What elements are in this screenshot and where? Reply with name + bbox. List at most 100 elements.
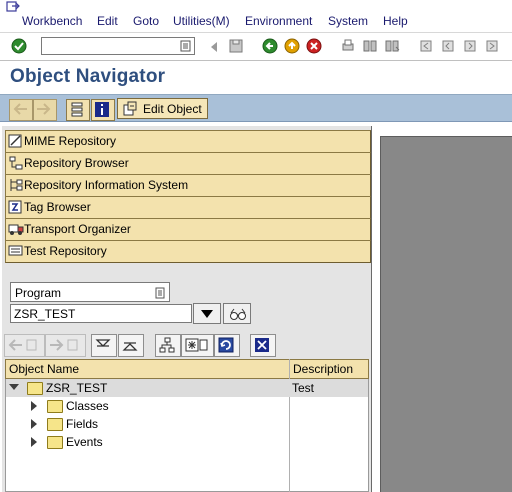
tree-back-button[interactable] <box>4 334 45 357</box>
save-icon[interactable] <box>228 38 244 54</box>
next-object-button[interactable] <box>33 99 57 121</box>
new-object-button[interactable] <box>181 334 214 357</box>
exit-icon[interactable] <box>284 38 300 54</box>
print-icon[interactable] <box>340 38 356 54</box>
info-icon <box>95 102 109 117</box>
edit-object-button[interactable]: Edit Object <box>117 98 208 119</box>
tree-forward-button[interactable] <box>45 334 86 357</box>
object-type-select[interactable]: Program <box>10 282 170 302</box>
system-menu-icon[interactable] <box>6 1 20 14</box>
test-repository-icon <box>8 245 23 256</box>
tree-row-events[interactable]: Events <box>6 433 368 451</box>
transport-organizer-label: Transport Organizer <box>24 222 131 236</box>
editor-pane <box>380 136 512 492</box>
tree-node-label: Classes <box>66 399 109 413</box>
menu-goto[interactable]: Goto <box>133 14 159 28</box>
info-button[interactable] <box>91 99 115 121</box>
find-next-icon[interactable] <box>384 38 400 54</box>
menu-environment[interactable]: Environment <box>245 14 312 28</box>
next-page-icon[interactable] <box>462 38 478 54</box>
folder-icon <box>47 400 63 413</box>
open-folder-icon <box>27 382 43 395</box>
mime-repository-icon <box>8 134 22 148</box>
menu-edit[interactable]: Edit <box>97 14 118 28</box>
tree-node-label: Events <box>66 435 103 449</box>
arrow-left-icon <box>13 103 27 115</box>
close-tree-button[interactable] <box>250 334 276 357</box>
edit-object-icon <box>123 101 137 116</box>
object-name-dropdown-button[interactable] <box>193 303 221 324</box>
edit-object-label: Edit Object <box>143 102 202 116</box>
stack-icon <box>71 102 83 117</box>
repository-browser-label: Repository Browser <box>24 156 129 170</box>
enter-check-icon[interactable] <box>11 38 27 54</box>
expand-all-icon <box>95 339 111 347</box>
mime-repository-label: MIME Repository <box>24 134 117 148</box>
object-name-value: ZSR_TEST <box>14 307 76 321</box>
column-header-object-name[interactable]: Object Name <box>9 362 79 376</box>
previous-object-button[interactable] <box>9 99 33 121</box>
repository-info-system-button[interactable]: Repository Information System <box>5 174 371 197</box>
new-object-icon <box>185 338 208 352</box>
expanded-triangle-icon[interactable] <box>9 384 19 390</box>
display-object-button[interactable] <box>223 303 251 324</box>
triangle-down-icon <box>201 310 213 318</box>
hierarchy-button[interactable] <box>66 99 90 121</box>
find-icon[interactable] <box>362 38 378 54</box>
select-list-icon[interactable] <box>155 287 166 299</box>
test-repository-label: Test Repository <box>24 244 107 258</box>
menu-utilities[interactable]: Utilities(M) <box>173 14 230 28</box>
tag-browser-icon <box>8 200 22 214</box>
folder-icon <box>47 436 63 449</box>
tag-browser-label: Tag Browser <box>24 200 91 214</box>
page-title: Object Navigator <box>10 66 166 87</box>
menu-workbench[interactable]: Workbench <box>22 14 82 28</box>
tree-row-classes[interactable]: Classes <box>6 397 368 415</box>
tree-node-label: Fields <box>66 417 99 431</box>
collapsed-triangle-icon[interactable] <box>31 437 37 447</box>
history-dropdown-icon[interactable] <box>180 40 192 52</box>
menu-help[interactable]: Help <box>383 14 408 28</box>
last-page-icon[interactable] <box>484 38 500 54</box>
tree-header: Object Name Description <box>5 359 369 379</box>
transport-organizer-button[interactable]: Transport Organizer <box>5 218 371 241</box>
collapse-all-button[interactable] <box>118 334 144 357</box>
tree-node-description: Test <box>292 381 315 395</box>
repository-info-icon <box>10 179 23 191</box>
column-header-description[interactable]: Description <box>293 362 353 376</box>
tree-forward-icon <box>50 339 78 351</box>
back-icon[interactable] <box>262 38 278 54</box>
folder-icon <box>47 418 63 431</box>
menu-system[interactable]: System <box>328 14 368 28</box>
collapsed-triangle-icon[interactable] <box>31 419 37 429</box>
hierarchy-icon <box>159 337 175 353</box>
tree-row-root[interactable]: ZSR_TEST Test <box>6 379 368 397</box>
expand-all-button[interactable] <box>91 334 117 357</box>
prev-page-icon[interactable] <box>440 38 456 54</box>
tree-back-icon <box>8 339 37 351</box>
tree-row-fields[interactable]: Fields <box>6 415 368 433</box>
object-name-input[interactable]: ZSR_TEST <box>10 304 192 323</box>
first-page-icon[interactable] <box>418 38 434 54</box>
test-repository-button[interactable]: Test Repository <box>5 240 371 263</box>
repository-browser-button[interactable]: Repository Browser <box>5 152 371 175</box>
collapse-all-icon <box>122 342 138 351</box>
object-type-value: Program <box>15 286 62 300</box>
glasses-icon <box>230 308 246 320</box>
close-icon <box>255 338 269 352</box>
refresh-button[interactable] <box>214 334 240 357</box>
command-field[interactable] <box>41 37 195 55</box>
tag-browser-button[interactable]: Tag Browser <box>5 196 371 219</box>
transport-truck-icon <box>8 224 24 235</box>
nav-left-icon[interactable] <box>207 39 223 55</box>
tree-node-label: ZSR_TEST <box>46 381 108 395</box>
hierarchy-tree-button[interactable] <box>155 334 181 357</box>
cancel-icon[interactable] <box>306 38 322 54</box>
repository-browser-icon <box>9 156 23 170</box>
command-input[interactable] <box>42 38 180 54</box>
repository-info-system-label: Repository Information System <box>24 178 189 192</box>
mime-repository-button[interactable]: MIME Repository <box>5 130 371 153</box>
arrow-right-icon <box>37 103 51 115</box>
refresh-icon <box>218 337 234 353</box>
collapsed-triangle-icon[interactable] <box>31 401 37 411</box>
